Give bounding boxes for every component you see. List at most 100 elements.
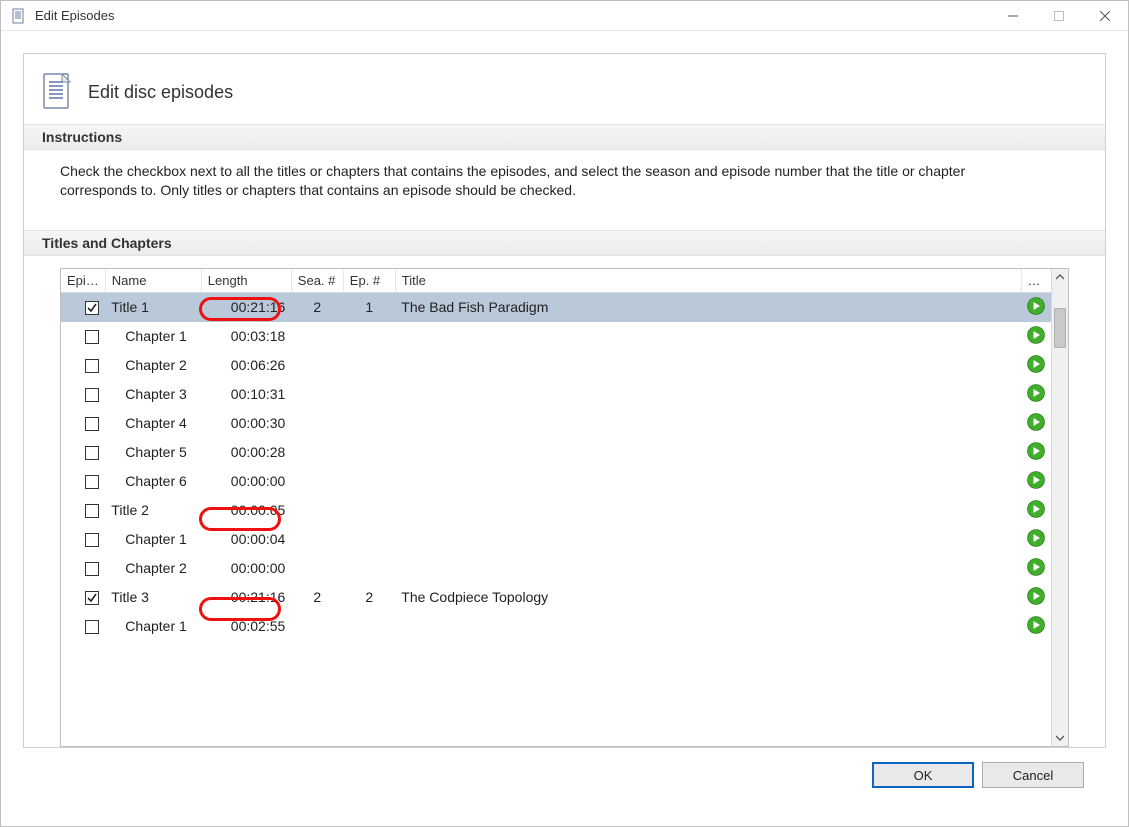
episode-checkbox[interactable] <box>85 591 99 605</box>
row-length: 00:00:30 <box>201 409 291 438</box>
play-icon[interactable] <box>1027 558 1045 576</box>
row-episode-num[interactable] <box>343 525 395 554</box>
row-season[interactable] <box>291 438 343 467</box>
row-season[interactable] <box>291 525 343 554</box>
titles-chapters-header: Titles and Chapters <box>24 230 1105 256</box>
table-row[interactable]: Chapter 500:00:28 <box>61 438 1051 467</box>
row-name: Chapter 3 <box>111 386 186 402</box>
maximize-button[interactable] <box>1036 1 1082 31</box>
column-header-length[interactable]: Length <box>201 269 291 293</box>
row-title[interactable]: The Codpiece Topology <box>395 583 1021 612</box>
row-title[interactable] <box>395 525 1021 554</box>
episode-checkbox[interactable] <box>85 359 99 373</box>
row-episode-num[interactable] <box>343 438 395 467</box>
table-row[interactable]: Chapter 200:00:00 <box>61 554 1051 583</box>
episode-checkbox[interactable] <box>85 620 99 634</box>
row-season[interactable] <box>291 380 343 409</box>
episode-checkbox[interactable] <box>85 330 99 344</box>
close-button[interactable] <box>1082 1 1128 31</box>
scroll-thumb[interactable] <box>1054 308 1066 348</box>
row-title[interactable] <box>395 612 1021 641</box>
table-row[interactable]: Chapter 300:10:31 <box>61 380 1051 409</box>
row-season[interactable]: 2 <box>291 292 343 322</box>
column-header-more[interactable]: … <box>1021 269 1051 293</box>
table-row[interactable]: Chapter 100:02:55 <box>61 612 1051 641</box>
row-episode-num[interactable] <box>343 351 395 380</box>
cancel-button[interactable]: Cancel <box>982 762 1084 788</box>
play-icon[interactable] <box>1027 587 1045 605</box>
row-season[interactable] <box>291 467 343 496</box>
vertical-scrollbar[interactable] <box>1051 269 1068 746</box>
row-season[interactable] <box>291 612 343 641</box>
row-season[interactable] <box>291 351 343 380</box>
row-episode-num[interactable]: 1 <box>343 292 395 322</box>
row-episode-num[interactable] <box>343 467 395 496</box>
scroll-track[interactable] <box>1052 286 1068 729</box>
row-title[interactable] <box>395 438 1021 467</box>
row-title[interactable] <box>395 351 1021 380</box>
play-icon[interactable] <box>1027 616 1045 634</box>
row-title[interactable] <box>395 554 1021 583</box>
table-row[interactable]: Chapter 600:00:00 <box>61 467 1051 496</box>
row-episode-num[interactable] <box>343 380 395 409</box>
table-header-row: Epi… Name Length Sea. # Ep. # Title … <box>61 269 1051 293</box>
row-season[interactable] <box>291 496 343 525</box>
row-title[interactable] <box>395 409 1021 438</box>
minimize-button[interactable] <box>990 1 1036 31</box>
table-row[interactable]: Title 200:00:05 <box>61 496 1051 525</box>
episode-checkbox[interactable] <box>85 417 99 431</box>
column-header-name[interactable]: Name <box>105 269 201 293</box>
table-row[interactable]: Chapter 400:00:30 <box>61 409 1051 438</box>
titles-chapters-table: Epi… Name Length Sea. # Ep. # Title … Ti… <box>61 269 1051 641</box>
episode-checkbox[interactable] <box>85 388 99 402</box>
row-length: 00:00:05 <box>201 496 291 525</box>
play-icon[interactable] <box>1027 326 1045 344</box>
row-length: 00:06:26 <box>201 351 291 380</box>
row-title[interactable] <box>395 467 1021 496</box>
scroll-up-arrow[interactable] <box>1052 269 1068 286</box>
table-row[interactable]: Title 100:21:1621The Bad Fish Paradigm <box>61 292 1051 322</box>
column-header-episode[interactable]: Epi… <box>61 269 105 293</box>
row-title[interactable]: The Bad Fish Paradigm <box>395 292 1021 322</box>
episode-checkbox[interactable] <box>85 504 99 518</box>
row-name: Chapter 1 <box>111 328 186 344</box>
row-episode-num[interactable] <box>343 612 395 641</box>
row-season[interactable] <box>291 554 343 583</box>
episode-checkbox[interactable] <box>85 475 99 489</box>
column-header-title[interactable]: Title <box>395 269 1021 293</box>
row-title[interactable] <box>395 380 1021 409</box>
table-row[interactable]: Chapter 200:06:26 <box>61 351 1051 380</box>
row-episode-num[interactable] <box>343 496 395 525</box>
play-icon[interactable] <box>1027 384 1045 402</box>
scroll-down-arrow[interactable] <box>1052 729 1068 746</box>
play-icon[interactable] <box>1027 529 1045 547</box>
row-title[interactable] <box>395 496 1021 525</box>
row-season[interactable] <box>291 409 343 438</box>
play-icon[interactable] <box>1027 471 1045 489</box>
ok-button[interactable]: OK <box>872 762 974 788</box>
row-season[interactable] <box>291 322 343 351</box>
panel-header: Edit disc episodes <box>24 54 1105 124</box>
episode-checkbox[interactable] <box>85 301 99 315</box>
play-icon[interactable] <box>1027 355 1045 373</box>
play-icon[interactable] <box>1027 442 1045 460</box>
episode-checkbox[interactable] <box>85 562 99 576</box>
table-row[interactable]: Title 300:21:1622The Codpiece Topology <box>61 583 1051 612</box>
table-row[interactable]: Chapter 100:00:04 <box>61 525 1051 554</box>
row-episode-num[interactable]: 2 <box>343 583 395 612</box>
panel-title: Edit disc episodes <box>88 82 233 103</box>
table-row[interactable]: Chapter 100:03:18 <box>61 322 1051 351</box>
row-title[interactable] <box>395 322 1021 351</box>
column-header-ep[interactable]: Ep. # <box>343 269 395 293</box>
episode-checkbox[interactable] <box>85 446 99 460</box>
row-episode-num[interactable] <box>343 322 395 351</box>
play-icon[interactable] <box>1027 500 1045 518</box>
play-icon[interactable] <box>1027 413 1045 431</box>
play-icon[interactable] <box>1027 297 1045 315</box>
row-name: Title 3 <box>111 589 149 605</box>
row-episode-num[interactable] <box>343 554 395 583</box>
row-season[interactable]: 2 <box>291 583 343 612</box>
row-episode-num[interactable] <box>343 409 395 438</box>
column-header-season[interactable]: Sea. # <box>291 269 343 293</box>
episode-checkbox[interactable] <box>85 533 99 547</box>
